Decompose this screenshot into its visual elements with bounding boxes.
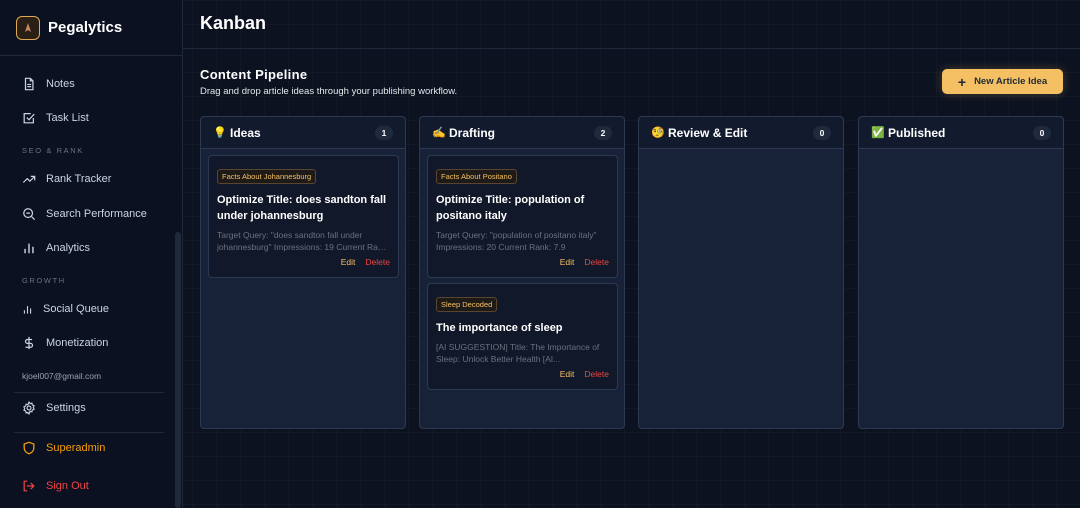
kanban-column-ideas[interactable]: 💡 Ideas 1 Facts About Johannesburg Optim… [200, 116, 406, 429]
monocle-face-icon: 🧐 [651, 127, 665, 139]
gear-icon [23, 401, 35, 415]
checkbox-icon [23, 113, 35, 124]
sidebar-item-label: Task List [46, 112, 89, 124]
sidebar-item-label: Monetization [46, 337, 109, 349]
dollar-icon [24, 336, 34, 350]
sidebar-item-task-list[interactable]: Task List [22, 108, 89, 128]
column-header: ✍️ Drafting 2 [420, 117, 624, 149]
brand-name: Pegalytics [48, 19, 123, 36]
card-title: The importance of sleep [436, 322, 563, 334]
edit-button[interactable]: Edit [341, 257, 356, 267]
column-title: Ideas [230, 125, 261, 140]
card-title: Optimize Title: does sandton fall under … [217, 194, 387, 222]
sidebar-item-monetization[interactable]: Monetization [22, 333, 108, 353]
column-title: Published [888, 125, 946, 140]
shield-icon [23, 441, 35, 455]
sidebar-item-label: Analytics [46, 242, 91, 254]
plus-icon: + [957, 73, 967, 90]
card-description: Target Query: "does sandton fall under j… [217, 230, 390, 252]
card-actions: Edit Delete [436, 369, 609, 379]
section-title: Content Pipeline [200, 67, 308, 82]
sidebar-item-label: Sign Out [46, 480, 89, 492]
divider [14, 392, 164, 393]
column-count-badge: 0 [813, 125, 831, 140]
file-text-icon [24, 77, 34, 91]
brand[interactable]: Pegalytics [0, 0, 182, 56]
kanban-column-drafting[interactable]: ✍️ Drafting 2 Facts About Positano Optim… [419, 116, 625, 429]
column-header: 🧐 Review & Edit 0 [639, 117, 843, 149]
sidebar-item-label: Notes [46, 78, 75, 90]
sidebar-item-search-performance[interactable]: Search Performance [22, 204, 147, 224]
edit-button[interactable]: Edit [560, 369, 575, 379]
kanban-card[interactable]: Sleep Decoded The importance of sleep [A… [427, 283, 618, 390]
new-article-idea-label: New Article Idea [974, 76, 1048, 87]
sidebar: Pegalytics Notes Task List SEO & RANK Ra… [0, 0, 183, 508]
page-title: Kanban [200, 13, 267, 33]
kanban-card[interactable]: Facts About Positano Optimize Title: pop… [427, 155, 618, 278]
user-email: kjoel007@gmail.com [22, 371, 102, 381]
card-actions: Edit Delete [436, 257, 609, 267]
top-bar: Kanban [183, 0, 1080, 49]
lightbulb-icon: 💡 [213, 127, 227, 139]
kanban-card[interactable]: Facts About Johannesburg Optimize Title:… [208, 155, 399, 278]
sidebar-item-analytics[interactable]: Analytics [22, 238, 90, 258]
check-mark-icon: ✅ [871, 127, 885, 139]
column-title: Drafting [449, 125, 495, 140]
sidebar-item-notes[interactable]: Notes [22, 74, 75, 94]
brand-logo-icon [16, 15, 40, 40]
kanban-column-review-edit[interactable]: 🧐 Review & Edit 0 [638, 116, 844, 429]
sidebar-item-settings[interactable]: Settings [22, 398, 86, 418]
column-header: 💡 Ideas 1 [201, 117, 405, 149]
section-label-growth: GROWTH [22, 276, 66, 285]
logout-icon [23, 480, 35, 492]
delete-button[interactable]: Delete [584, 369, 609, 379]
card-description: [AI SUGGESTION] Title: The Importance of… [436, 342, 600, 364]
column-count-badge: 2 [594, 125, 612, 140]
sidebar-item-label: Search Performance [46, 208, 147, 220]
new-article-idea-button[interactable]: + New Article Idea [942, 69, 1063, 94]
card-title: Optimize Title: population of positano i… [436, 194, 585, 222]
sidebar-item-label: Social Queue [43, 303, 110, 315]
bar-chart-icon [24, 243, 34, 254]
card-tag: Sleep Decoded [436, 297, 498, 312]
search-icon [23, 208, 36, 221]
divider [14, 432, 164, 433]
bar-chart-icon [23, 305, 32, 314]
section-label-seo: SEO & RANK [22, 146, 84, 155]
trending-up-icon [22, 175, 36, 183]
column-header: ✅ Published 0 [859, 117, 1063, 149]
sidebar-item-rank-tracker[interactable]: Rank Tracker [22, 169, 111, 189]
card-description: Target Query: "population of positano it… [436, 230, 597, 252]
sidebar-scrollbar[interactable] [175, 232, 181, 508]
sign-out-button[interactable]: Sign Out [22, 476, 89, 496]
sidebar-item-label: Superadmin [46, 442, 106, 454]
card-tag: Facts About Johannesburg [217, 169, 317, 184]
writing-hand-icon: ✍️ [432, 127, 446, 139]
column-count-badge: 1 [375, 125, 393, 140]
delete-button[interactable]: Delete [584, 257, 609, 267]
column-title: Review & Edit [668, 125, 748, 140]
sidebar-item-social-queue[interactable]: Social Queue [22, 299, 109, 319]
delete-button[interactable]: Delete [365, 257, 390, 267]
section-subtitle: Drag and drop article ideas through your… [200, 86, 458, 97]
card-tag: Facts About Positano [436, 169, 517, 184]
sidebar-item-label: Rank Tracker [46, 173, 112, 185]
edit-button[interactable]: Edit [560, 257, 575, 267]
kanban-column-published[interactable]: ✅ Published 0 [858, 116, 1064, 429]
sidebar-item-superadmin[interactable]: Superadmin [22, 438, 105, 458]
column-count-badge: 0 [1033, 125, 1051, 140]
card-actions: Edit Delete [217, 257, 390, 267]
sidebar-item-label: Settings [46, 402, 86, 414]
